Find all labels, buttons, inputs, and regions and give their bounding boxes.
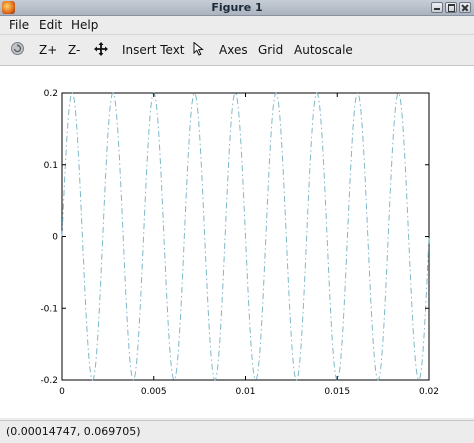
status-bar: (0.00014747, 0.069705) [0, 420, 474, 443]
x-tick-label: 0.02 [419, 387, 439, 397]
y-tick-label: 0.2 [44, 89, 58, 99]
window-title: Figure 1 [211, 1, 263, 14]
minimize-icon[interactable] [431, 2, 443, 13]
x-tick-label: 0.015 [324, 387, 350, 397]
maximize-icon[interactable] [445, 2, 457, 13]
toolbar: Z+ Z- Insert Text Axes Grid Autoscale [0, 34, 474, 66]
figure-window: Figure 1 File Edit Help Z+ Z- Insert Tex… [0, 0, 474, 443]
menu-bar: File Edit Help [0, 16, 474, 34]
y-tick-label: -0.1 [40, 304, 58, 314]
title-bar[interactable]: Figure 1 [0, 0, 474, 16]
close-icon[interactable] [459, 2, 471, 13]
x-tick-label: 0 [59, 387, 65, 397]
rotate-icon[interactable] [10, 41, 25, 56]
insert-text-button[interactable]: Insert Text [122, 42, 185, 58]
figure-canvas[interactable]: 0 0.005 0.01 0.015 0.02 -0.2 -0.1 0 0.1 0.2 [0, 66, 474, 418]
menu-edit[interactable]: Edit [39, 17, 62, 33]
zoom-out-button[interactable]: Z- [68, 42, 80, 58]
arrow-cursor-icon[interactable] [193, 41, 205, 56]
y-tick-label: -0.2 [40, 376, 58, 386]
zoom-in-button[interactable]: Z+ [39, 42, 57, 58]
menu-file[interactable]: File [9, 17, 29, 33]
y-tick-label: 0 [52, 233, 58, 243]
autoscale-button[interactable]: Autoscale [294, 42, 353, 58]
pan-icon[interactable] [94, 42, 108, 56]
axes-button[interactable]: Axes [219, 42, 248, 58]
y-tick-label: 0.1 [44, 161, 58, 171]
x-tick-label: 0.01 [235, 387, 255, 397]
x-tick-label: 0.005 [141, 387, 167, 397]
plot-svg[interactable]: 0 0.005 0.01 0.015 0.02 -0.2 -0.1 0 0.1 0.2 [0, 66, 474, 418]
grid-button[interactable]: Grid [258, 42, 283, 58]
menu-help[interactable]: Help [71, 17, 98, 33]
cursor-coordinates: (0.00014747, 0.069705) [6, 425, 141, 438]
